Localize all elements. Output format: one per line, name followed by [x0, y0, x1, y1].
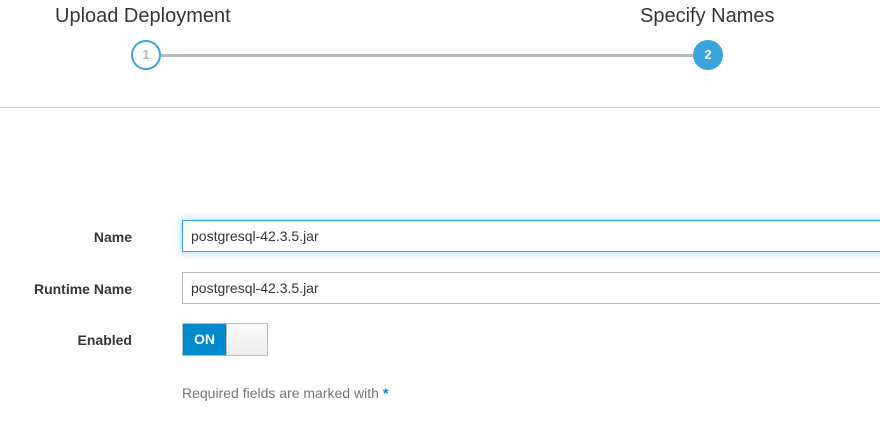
- deployment-wizard: Upload Deployment Specify Names 1 2 Name…: [0, 0, 880, 425]
- required-fields-note: Required fields are marked with *: [182, 385, 388, 401]
- name-input[interactable]: [182, 220, 880, 252]
- required-note-text: Required fields are marked with: [182, 385, 379, 401]
- required-marker: *: [382, 385, 389, 401]
- name-row: Name: [0, 220, 880, 254]
- enabled-label: Enabled: [77, 332, 132, 348]
- toggle-handle[interactable]: [226, 324, 267, 355]
- name-label: Name: [93, 229, 132, 245]
- step-1-indicator[interactable]: 1: [131, 40, 161, 70]
- enabled-toggle[interactable]: ON: [182, 323, 268, 356]
- runtime-name-label: Runtime Name: [33, 281, 132, 297]
- runtime-name-input[interactable]: [182, 272, 880, 304]
- step-2-indicator[interactable]: 2: [693, 40, 723, 70]
- enabled-row: Enabled ON: [0, 323, 880, 357]
- wizard-steps: Upload Deployment Specify Names 1 2: [0, 0, 880, 108]
- toggle-on-label: ON: [183, 324, 226, 355]
- step-2-title: Specify Names: [640, 5, 775, 27]
- runtime-name-row: Runtime Name: [0, 272, 880, 306]
- step-connector-line: [146, 54, 708, 57]
- step-1-title: Upload Deployment: [55, 5, 231, 27]
